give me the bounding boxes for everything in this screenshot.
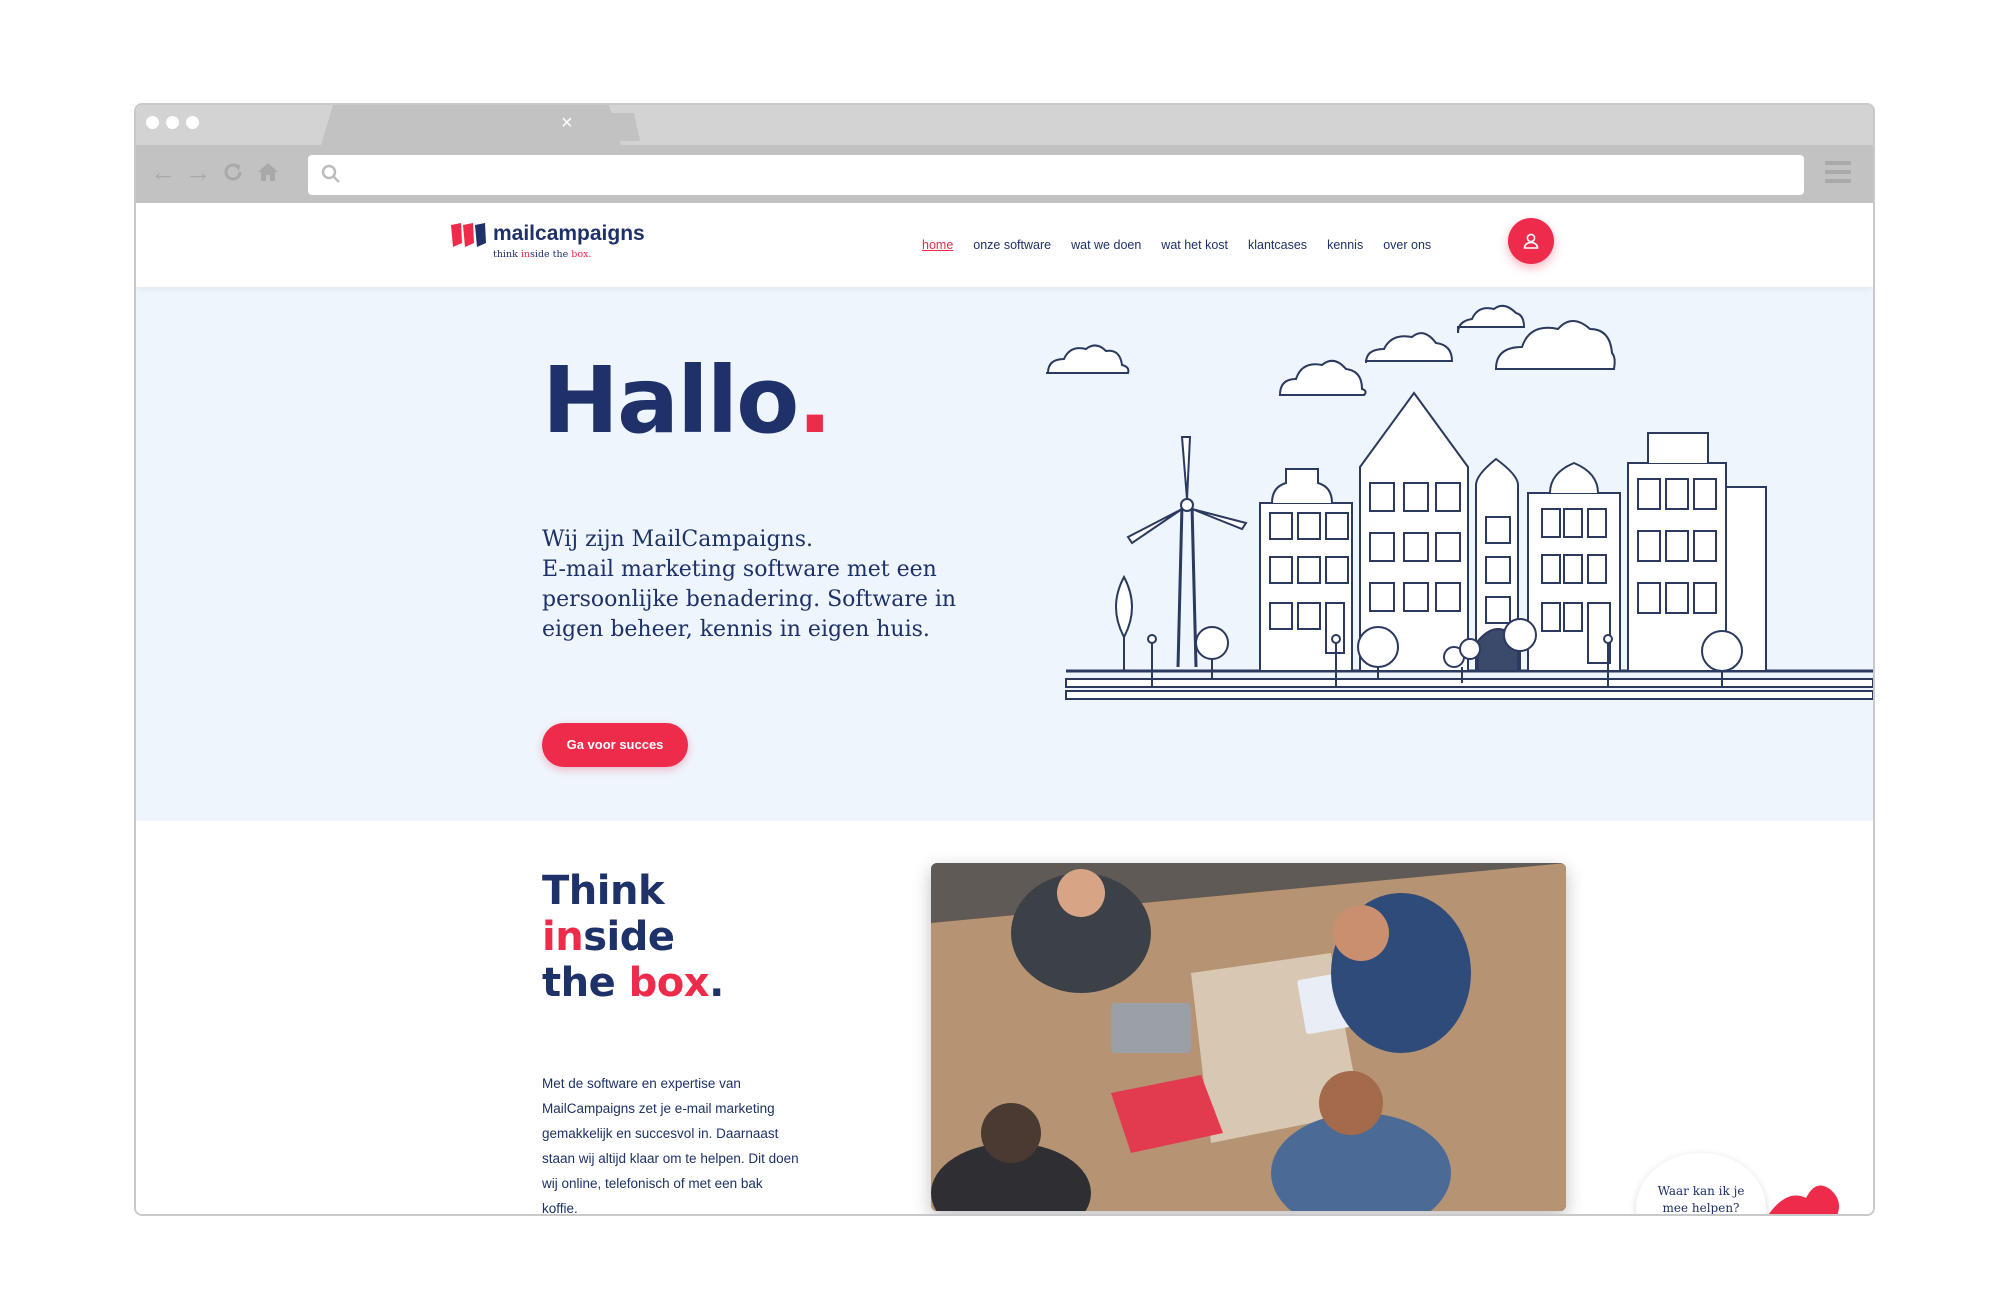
reload-icon[interactable] xyxy=(218,157,248,187)
hero-section: Hallo. Wij zijn MailCampaigns. E-mail ma… xyxy=(136,287,1873,821)
address-bar[interactable] xyxy=(308,155,1804,195)
home-icon[interactable] xyxy=(253,157,283,187)
team-photo xyxy=(931,863,1566,1211)
logo-tagline: think inside the box. xyxy=(493,249,592,260)
browser-tab-bar: × xyxy=(136,105,1873,145)
city-illustration xyxy=(1046,304,1873,700)
intro-text: Met de software en expertise van MailCam… xyxy=(542,1076,799,1214)
section-heading: Think inside the box. xyxy=(542,868,724,1006)
nav-wat-het-kost[interactable]: wat het kost xyxy=(1161,238,1228,252)
nav-onze-software[interactable]: onze software xyxy=(973,238,1051,252)
new-tab-button[interactable] xyxy=(596,113,640,141)
site-header: mailcampaigns think inside the box. home… xyxy=(136,203,1873,287)
window-dot[interactable] xyxy=(166,116,179,129)
window-dot[interactable] xyxy=(146,116,159,129)
nav-kennis[interactable]: kennis xyxy=(1327,238,1363,252)
nav-klantcases[interactable]: klantcases xyxy=(1248,238,1307,252)
cta-button[interactable]: Ga voor succes xyxy=(542,723,688,767)
window-dot[interactable] xyxy=(186,116,199,129)
browser-window: × ← → mailcampaigns think inside the box… xyxy=(134,103,1875,1216)
hamburger-menu-icon[interactable] xyxy=(1825,161,1851,188)
nav-over-ons[interactable]: over ons xyxy=(1383,238,1431,252)
forward-arrow-icon[interactable]: → xyxy=(183,157,213,187)
hero-text: Wij zijn MailCampaigns. E-mail marketing… xyxy=(542,527,957,642)
user-icon xyxy=(1523,233,1539,249)
main-nav: home onze software wat we doen wat het k… xyxy=(922,238,1431,252)
login-button[interactable] xyxy=(1508,218,1554,264)
browser-tab[interactable] xyxy=(321,105,621,145)
nav-wat-we-doen[interactable]: wat we doen xyxy=(1071,238,1141,252)
tab-close-icon[interactable]: × xyxy=(561,113,573,133)
chat-mascot-icon[interactable] xyxy=(1756,1178,1846,1214)
logo-name: mailcampaigns xyxy=(493,222,645,245)
web-page: mailcampaigns think inside the box. home… xyxy=(136,203,1873,1214)
chat-bubble[interactable]: Waar kan ik je mee helpen? xyxy=(1636,1153,1766,1214)
hero-title: Hallo. xyxy=(542,347,832,454)
back-arrow-icon[interactable]: ← xyxy=(148,157,178,187)
browser-toolbar: ← → xyxy=(136,145,1873,203)
search-icon xyxy=(321,164,340,183)
nav-home[interactable]: home xyxy=(922,238,953,252)
logo-mark-icon xyxy=(451,223,486,247)
